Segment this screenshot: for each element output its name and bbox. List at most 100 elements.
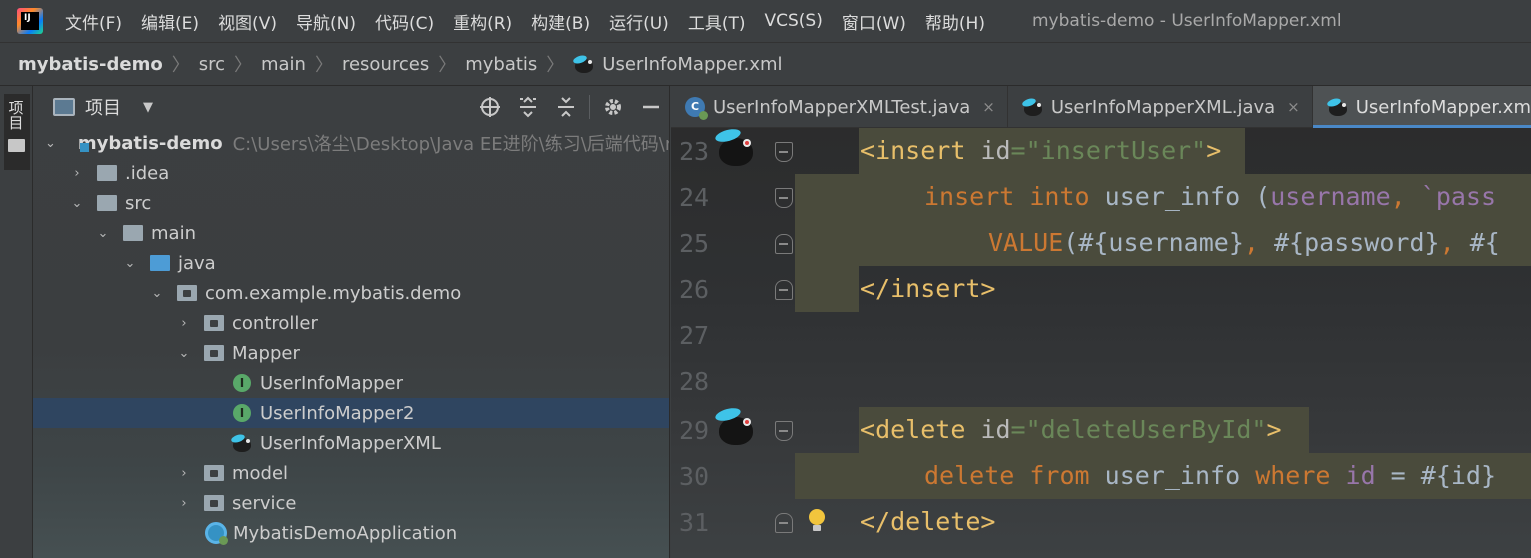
menu-tools[interactable]: 工具(T): [688, 9, 746, 34]
menu-vcs[interactable]: VCS(S): [764, 11, 822, 31]
close-icon[interactable]: ×: [1287, 98, 1300, 116]
chevron-down-icon[interactable]: ⌄: [97, 226, 109, 241]
tree-row-userinfomapperxml[interactable]: UserInfoMapperXML: [33, 428, 669, 458]
menu-file[interactable]: 文件(F): [65, 9, 122, 34]
tree-row-service[interactable]: › service: [33, 488, 669, 518]
chevron-right-icon: 〉: [171, 55, 190, 76]
code-line: 28: [671, 358, 1531, 404]
chevron-right-icon[interactable]: ›: [178, 466, 190, 481]
project-tool-button[interactable]: 项目: [4, 94, 30, 170]
gear-icon[interactable]: [594, 86, 632, 128]
chevron-down-icon[interactable]: ⌄: [124, 256, 136, 271]
chevron-down-icon[interactable]: ⌄: [45, 136, 56, 151]
chevron-right-icon[interactable]: ›: [71, 166, 83, 181]
menu-navigate[interactable]: 导航(N): [296, 9, 356, 34]
tab-userinfomapperxml-java[interactable]: UserInfoMapperXML.java ×: [1008, 86, 1313, 128]
line-number: 24: [679, 183, 710, 212]
chevron-down-icon[interactable]: ⌄: [151, 286, 163, 301]
tree-label: MybatisDemoApplication: [233, 522, 458, 544]
folder-icon: [123, 225, 143, 241]
code-line: 23 <insert id="insertUser">: [671, 126, 1531, 174]
mybatis-gutter-icon[interactable]: [714, 126, 757, 168]
tree-label: UserInfoMapper2: [260, 402, 415, 424]
intellij-logo-icon[interactable]: IJ: [17, 8, 43, 34]
menu-run[interactable]: 运行(U): [609, 9, 669, 34]
tree-label: com.example.mybatis.demo: [205, 282, 462, 304]
breadcrumb-project[interactable]: mybatis-demo: [18, 54, 163, 75]
chevron-right-icon[interactable]: ›: [178, 316, 190, 331]
folder-icon: [8, 139, 25, 152]
breadcrumb-resources[interactable]: resources: [342, 54, 429, 75]
fold-marker-icon[interactable]: [775, 188, 793, 208]
project-tool-label: 项目: [6, 100, 25, 130]
chevron-right-icon: 〉: [314, 55, 333, 76]
collapse-all-icon[interactable]: [547, 86, 585, 128]
menu-refactor[interactable]: 重构(R): [453, 9, 512, 34]
fold-marker-icon[interactable]: [775, 421, 793, 441]
chevron-right-icon: 〉: [438, 55, 457, 76]
chevron-right-icon[interactable]: ›: [178, 496, 190, 511]
tree-label: controller: [232, 312, 318, 334]
dropdown-caret-icon[interactable]: ▼: [143, 100, 153, 115]
code-text: </insert>: [860, 274, 996, 303]
fold-marker-icon[interactable]: [775, 280, 793, 300]
tree-label: mybatis-demo: [77, 132, 223, 154]
locate-file-icon[interactable]: [471, 86, 509, 128]
tree-row-model[interactable]: › model: [33, 458, 669, 488]
code-line: 25 VALUE(#{username}, #{password}, #{: [671, 220, 1531, 266]
tree-row-module[interactable]: ⌄ mybatis-demo C:\Users\洛尘\Desktop\Java …: [33, 128, 669, 158]
expand-all-icon[interactable]: [509, 86, 547, 128]
menu-bar: IJ 文件(F) 编辑(E) 视图(V) 导航(N) 代码(C) 重构(R) 构…: [0, 0, 1531, 42]
package-icon: [177, 285, 197, 301]
chevron-down-icon[interactable]: ⌄: [178, 346, 190, 361]
menu-help[interactable]: 帮助(H): [925, 9, 985, 34]
fold-marker-icon[interactable]: [775, 513, 793, 533]
project-panel-title[interactable]: 项目: [85, 94, 121, 120]
tree-label: service: [232, 492, 297, 514]
fold-marker-icon[interactable]: [775, 234, 793, 254]
tree-row-application[interactable]: MybatisDemoApplication: [33, 518, 669, 548]
mybatis-gutter-icon[interactable]: [714, 405, 757, 447]
tab-userinfomapperxmltest[interactable]: C UserInfoMapperXMLTest.java ×: [671, 86, 1008, 128]
lightbulb-icon[interactable]: [809, 509, 825, 531]
package-icon: [204, 465, 224, 481]
menu-view[interactable]: 视图(V): [218, 9, 277, 34]
tree-row-src[interactable]: ⌄ src: [33, 188, 669, 218]
project-panel-toolbar: [471, 86, 669, 128]
close-icon[interactable]: ×: [982, 98, 995, 116]
tab-label: UserInfoMapperXML.java: [1050, 96, 1276, 118]
tree-row-userinfomapper2[interactable]: I UserInfoMapper2: [33, 398, 669, 428]
fold-marker-icon[interactable]: [775, 142, 793, 162]
menu-build[interactable]: 构建(B): [531, 9, 590, 34]
code-text: VALUE(#{username}, #{password}, #{: [988, 228, 1500, 257]
breadcrumb-file[interactable]: UserInfoMapper.xml: [602, 54, 782, 75]
menu-code[interactable]: 代码(C): [375, 9, 434, 34]
menu-edit[interactable]: 编辑(E): [141, 9, 199, 34]
breadcrumb-main[interactable]: main: [261, 54, 306, 75]
tree-label: src: [125, 192, 152, 214]
menu-window[interactable]: 窗口(W): [842, 9, 906, 34]
tree-row-controller[interactable]: › controller: [33, 308, 669, 338]
breadcrumb-mybatis[interactable]: mybatis: [465, 54, 537, 75]
code-text: </delete>: [860, 507, 996, 536]
code-text: delete from user_info where id = #{id}: [924, 461, 1497, 490]
chevron-down-icon[interactable]: ⌄: [71, 196, 83, 211]
tree-label: main: [151, 222, 196, 244]
tree-row-userinfomapper[interactable]: I UserInfoMapper: [33, 368, 669, 398]
tree-row-main[interactable]: ⌄ main: [33, 218, 669, 248]
code-area[interactable]: 23 <insert id="insertUser"> 24 insert in…: [671, 126, 1531, 558]
tree-row-java[interactable]: ⌄ java: [33, 248, 669, 278]
code-line: 24 insert into user_info (username, `pas…: [671, 174, 1531, 220]
tab-userinfomapper-xml[interactable]: UserInfoMapper.xml ×: [1312, 86, 1531, 128]
code-text: insert into user_info (username, `pass: [924, 182, 1497, 211]
hide-panel-icon[interactable]: [632, 86, 669, 128]
tree-row-mapper[interactable]: ⌄ Mapper: [33, 338, 669, 368]
tree-row-idea[interactable]: › .idea: [33, 158, 669, 188]
package-icon: [204, 495, 224, 511]
line-number: 23: [679, 137, 710, 166]
tree-row-package-root[interactable]: ⌄ com.example.mybatis.demo: [33, 278, 669, 308]
breadcrumb: mybatis-demo 〉 src 〉 main 〉 resources 〉 …: [0, 42, 1531, 86]
package-icon: [204, 315, 224, 331]
tree-label: Mapper: [232, 342, 300, 364]
breadcrumb-src[interactable]: src: [199, 54, 225, 75]
